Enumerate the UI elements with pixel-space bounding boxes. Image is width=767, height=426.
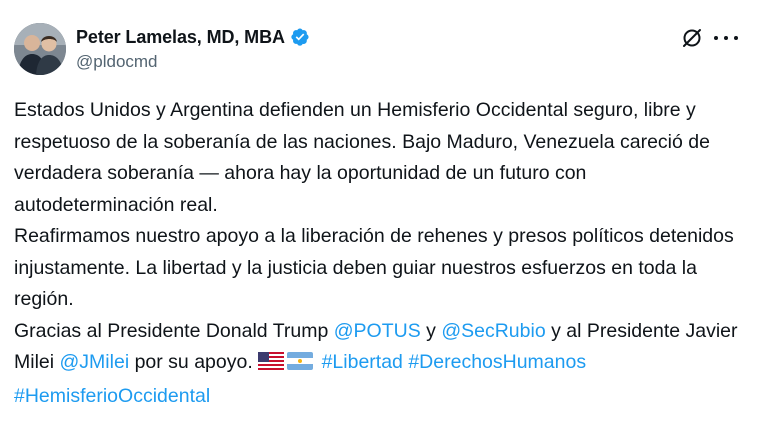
author-name-row[interactable]: Peter Lamelas, MD, MBA: [76, 26, 310, 48]
mention-potus[interactable]: @POTUS: [334, 320, 421, 342]
text-segment: Gracias al Presidente Donald Trump: [14, 319, 334, 342]
avatar[interactable]: [14, 23, 66, 75]
tweet-text: Estados Unidos y Argentina defienden un …: [14, 95, 749, 412]
argentina-flag-icon: [287, 349, 314, 381]
mention-jmilei[interactable]: @JMilei: [60, 351, 130, 373]
hashtag-hemisferio-occidental[interactable]: #HemisferioOccidental: [14, 385, 210, 407]
hashtag-libertad[interactable]: #Libertad: [322, 351, 403, 373]
tweet-card: Peter Lamelas, MD, MBA @pldocmd Estados …: [0, 0, 767, 426]
text-segment: y: [420, 319, 442, 342]
us-flag-icon: [258, 349, 285, 381]
dot: [714, 36, 718, 40]
more-options-icon[interactable]: [714, 27, 738, 49]
dot: [724, 36, 728, 40]
text-segment: por su apoyo.: [129, 351, 259, 373]
tweet-paragraph-1: Estados Unidos y Argentina defienden un …: [14, 99, 710, 216]
grok-icon[interactable]: [681, 27, 703, 49]
tweet-paragraph-3: Gracias al Presidente Donald Trump @POTU…: [14, 316, 749, 413]
hashtag-derechos-humanos[interactable]: #DerechosHumanos: [408, 351, 586, 373]
author-handle[interactable]: @pldocmd: [76, 52, 158, 72]
dot: [734, 36, 738, 40]
tweet-paragraph-2: Reafirmamos nuestro apoyo a la liberació…: [14, 225, 734, 310]
mention-secrubio[interactable]: @SecRubio: [441, 320, 545, 342]
avatar-image: [14, 23, 66, 75]
author-display-name[interactable]: Peter Lamelas, MD, MBA: [76, 27, 285, 48]
verified-badge-icon[interactable]: [290, 27, 310, 47]
